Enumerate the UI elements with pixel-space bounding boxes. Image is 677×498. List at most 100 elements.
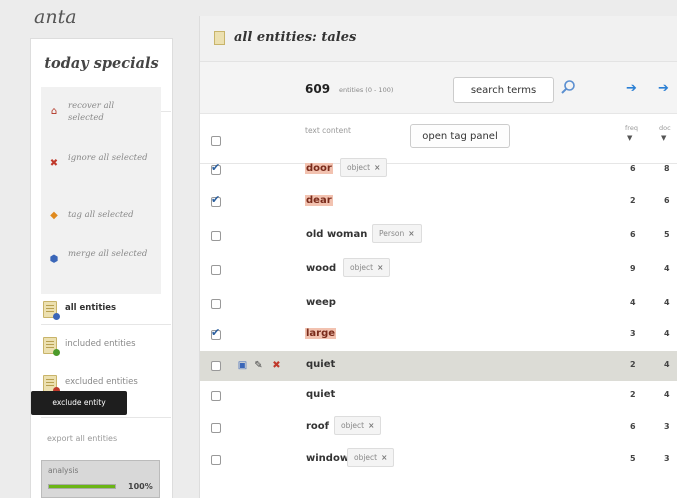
table-row[interactable]: large 3 4 <box>200 320 677 350</box>
tag-label: object <box>341 421 365 430</box>
row-checkbox[interactable] <box>211 161 221 175</box>
remove-tag-icon[interactable]: × <box>374 163 380 172</box>
entity-term[interactable]: wood <box>305 263 337 274</box>
tag-all-button[interactable]: ◆ tag all selected <box>41 195 187 241</box>
select-all-checkbox[interactable] <box>211 136 221 146</box>
main-panel: all entities: tales 609 entities (0 - 10… <box>199 16 677 498</box>
edit-icon[interactable]: ✎ <box>252 359 265 372</box>
row-checkbox[interactable] <box>211 231 221 241</box>
analysis-progress-text: 100% <box>128 482 153 491</box>
panel-header: all entities: tales <box>200 16 677 62</box>
freq-value: 6 <box>630 422 636 431</box>
remove-tag-icon[interactable]: × <box>368 421 374 430</box>
table-row[interactable]: door object× 6 8 <box>200 155 677 185</box>
sidebar-title: today specials <box>44 55 159 72</box>
entity-tag: Person × <box>372 224 422 243</box>
row-tools: ▣ ✎ ✖ <box>230 359 290 373</box>
row-checkbox[interactable] <box>211 361 221 371</box>
freq-value: 3 <box>630 329 636 338</box>
freq-value: 2 <box>630 390 636 399</box>
entity-term[interactable]: old woman <box>305 229 368 240</box>
entity-tag: object × <box>343 258 391 277</box>
next-page-icon[interactable]: ➔ <box>626 82 644 96</box>
search-icon[interactable] <box>560 79 576 95</box>
row-checkbox[interactable] <box>211 299 221 309</box>
entity-tag: object × <box>334 416 382 435</box>
ignore-icon: ✖ <box>49 158 59 169</box>
search-input[interactable] <box>453 77 554 103</box>
doc-value: 3 <box>664 422 670 431</box>
table-row[interactable]: wood object × 9 4 <box>200 255 677 285</box>
row-checkbox[interactable] <box>211 193 221 207</box>
doc-value: 8 <box>664 164 670 173</box>
page-title: all entities: tales <box>234 30 357 45</box>
doc-value: 4 <box>664 298 670 307</box>
tag-label: object <box>347 163 371 172</box>
entity-term[interactable]: quiet <box>305 389 336 400</box>
entity-tag: object × <box>340 158 388 177</box>
entity-count: 609 <box>305 82 331 96</box>
table-row[interactable]: quiet 2 4 <box>200 381 677 411</box>
tooltip: exclude entity <box>31 391 127 415</box>
entity-term[interactable]: window <box>305 453 350 464</box>
doc-value: 4 <box>664 390 670 399</box>
row-checkbox[interactable] <box>211 265 221 275</box>
last-page-icon[interactable]: ➔ <box>658 82 676 96</box>
table-row[interactable]: old woman Person × 6 5 <box>200 221 677 251</box>
sort-down-icon[interactable]: ▼ <box>627 134 632 142</box>
doc-value: 6 <box>664 196 670 205</box>
doc-value: 4 <box>664 360 670 369</box>
table-row[interactable]: ▣ ✎ ✖ quiet 2 4 <box>200 351 677 381</box>
doc-value: 4 <box>664 329 670 338</box>
entity-term[interactable]: large <box>305 328 337 339</box>
row-checkbox[interactable] <box>211 391 221 401</box>
table-row[interactable]: dear 2 6 <box>200 187 677 217</box>
divider <box>41 324 171 325</box>
freq-value: 5 <box>630 454 636 463</box>
document-icon <box>43 337 60 356</box>
recover-all-button[interactable]: ⌂ recover all selected <box>41 91 187 137</box>
sort-down-icon[interactable]: ▼ <box>661 134 666 142</box>
app-logo: anta <box>34 6 77 28</box>
column-doc[interactable]: doc <box>659 124 671 132</box>
entity-term[interactable]: quiet <box>305 359 336 370</box>
entity-term[interactable]: dear <box>305 195 333 206</box>
column-text-content: text content <box>305 126 351 135</box>
freq-value: 2 <box>630 360 636 369</box>
remove-tag-icon[interactable]: × <box>381 453 387 462</box>
merge-all-button[interactable]: ⬢ merge all selected <box>41 239 187 285</box>
ignore-all-button[interactable]: ✖ ignore all selected <box>41 143 187 189</box>
row-checkbox[interactable] <box>211 423 221 433</box>
column-freq[interactable]: freq <box>625 124 638 132</box>
analysis-progress-fill <box>49 485 115 488</box>
open-tag-panel-button[interactable]: open tag panel <box>410 124 510 148</box>
table-row[interactable]: window object × 5 3 <box>200 445 677 475</box>
freq-value: 4 <box>630 298 636 307</box>
exclude-icon[interactable]: ✖ <box>270 359 283 372</box>
entity-term[interactable]: door <box>305 163 333 174</box>
entity-term[interactable]: roof <box>305 421 330 432</box>
doc-value: 4 <box>664 264 670 273</box>
analysis-box: analysis 100% <box>41 460 160 498</box>
entity-tag: object × <box>347 448 395 467</box>
document-icon <box>214 31 225 45</box>
entity-term[interactable]: weep <box>305 297 337 308</box>
remove-tag-icon[interactable]: × <box>408 229 414 238</box>
sidebar: today specials ⌂ recover all selected ✖ … <box>30 38 173 498</box>
merge-icon[interactable]: ▣ <box>236 359 249 372</box>
tag-label: object <box>350 263 374 272</box>
tag-label: object <box>354 453 378 462</box>
row-checkbox[interactable] <box>211 455 221 465</box>
row-checkbox[interactable] <box>211 326 221 340</box>
list-controls: 609 entities (0 - 100) ➔ ➔ <box>200 62 677 114</box>
doc-value: 3 <box>664 454 670 463</box>
freq-value: 9 <box>630 264 636 273</box>
export-link[interactable]: export all entities <box>47 434 117 443</box>
remove-tag-icon[interactable]: × <box>377 263 383 272</box>
entity-range: entities (0 - 100) <box>339 86 394 94</box>
table-row[interactable]: weep 4 4 <box>200 289 677 319</box>
analysis-progress-bar <box>48 484 116 489</box>
table-row[interactable]: roof object × 6 3 <box>200 413 677 443</box>
specials-panel: ⌂ recover all selected ✖ ignore all sele… <box>41 87 161 294</box>
recover-icon: ⌂ <box>50 106 58 117</box>
